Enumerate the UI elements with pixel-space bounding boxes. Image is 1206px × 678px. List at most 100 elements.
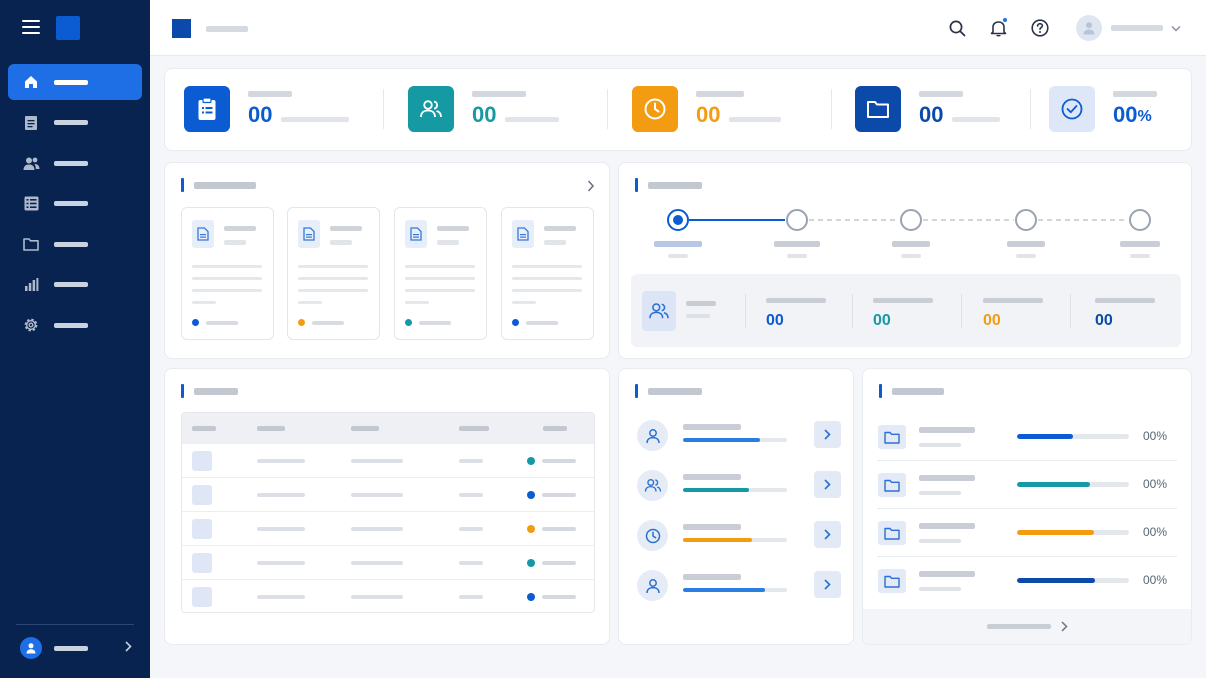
page-title (206, 26, 248, 32)
progress-bar (683, 538, 787, 542)
status-dot (527, 491, 535, 499)
stat-label (919, 91, 963, 97)
chevron-right-icon[interactable] (814, 571, 841, 598)
stat-caption (281, 117, 350, 122)
table-card (164, 368, 610, 645)
progress-bar (1017, 482, 1129, 487)
step-label (774, 241, 820, 247)
document-card[interactable] (287, 207, 380, 340)
folder-icon (878, 521, 906, 545)
folder-icon (878, 569, 906, 593)
user-icon (20, 637, 42, 659)
search-icon[interactable] (947, 18, 967, 38)
step-indicator[interactable] (667, 209, 689, 231)
chevron-right-icon (125, 639, 132, 657)
summary-value: 00 (766, 312, 784, 329)
sidebar-item-label (54, 322, 88, 328)
sidebar-item-settings[interactable] (8, 307, 142, 343)
chevron-right-icon[interactable] (814, 421, 841, 448)
list-item[interactable]: 00% (877, 413, 1177, 461)
step-indicator[interactable] (1015, 209, 1037, 231)
sidebar-item-label (54, 120, 88, 125)
clipboard-icon (184, 86, 230, 132)
summary-stat: 00 (1095, 298, 1155, 329)
gear-icon (22, 316, 40, 334)
list-icon (22, 195, 40, 213)
progress-bar (1017, 434, 1129, 439)
document-icon (22, 114, 40, 132)
percent-label: 00% (1143, 525, 1168, 539)
step-indicator[interactable] (900, 209, 922, 231)
progress-fill (1017, 530, 1095, 535)
sidebar-item-label (54, 201, 88, 206)
step-label (654, 241, 702, 247)
status-dot (512, 319, 519, 326)
step-indicator[interactable] (786, 209, 808, 231)
summary-stat: 00 (983, 298, 1043, 329)
step-caption (668, 254, 688, 258)
sidebar-item-list[interactable] (8, 186, 142, 222)
chevron-right-icon[interactable] (814, 471, 841, 498)
bar-chart-icon (22, 276, 40, 294)
chevron-right-icon[interactable] (587, 179, 595, 197)
menu-icon[interactable] (22, 20, 40, 36)
progress-bar (1017, 578, 1129, 583)
stat-unit: % (1137, 108, 1152, 125)
sidebar-header (0, 0, 150, 58)
list-item[interactable]: 00% (877, 509, 1177, 557)
chevron-right-icon[interactable] (814, 521, 841, 548)
sidebar-item-reports[interactable] (8, 267, 142, 303)
help-icon[interactable] (1030, 18, 1050, 38)
table-row[interactable] (182, 545, 594, 579)
users-icon (408, 86, 454, 132)
stat-label (248, 91, 292, 97)
sidebar-item-label (54, 79, 88, 85)
users-icon (22, 154, 40, 172)
sidebar-item-users[interactable] (8, 145, 142, 181)
summary-value: 00 (873, 312, 891, 329)
table-row[interactable] (182, 443, 594, 477)
stat-caption (952, 117, 1001, 122)
step-label (1007, 241, 1045, 247)
user-name (1111, 25, 1163, 31)
summary-value: 00 (983, 312, 1001, 329)
sidebar-item-documents[interactable] (8, 105, 142, 141)
table-row[interactable] (182, 511, 594, 545)
bell-icon[interactable] (988, 17, 1008, 38)
list-item[interactable]: 00% (877, 461, 1177, 509)
sidebar-user[interactable] (0, 632, 150, 664)
status-dot (527, 457, 535, 465)
document-card[interactable] (394, 207, 487, 340)
table-row[interactable] (182, 477, 594, 511)
document-card[interactable] (501, 207, 594, 340)
progress-card: 00 00 00 00 (618, 162, 1192, 359)
sidebar-divider (16, 624, 134, 625)
step-indicator[interactable] (1129, 209, 1151, 231)
progress-fill (1017, 434, 1073, 439)
list-item[interactable]: 00% (877, 557, 1177, 605)
chevron-down-icon (1171, 19, 1181, 37)
view-all-link[interactable] (863, 609, 1191, 644)
table-row[interactable] (182, 579, 594, 612)
list-item (635, 519, 841, 553)
sidebar-item-home[interactable] (8, 64, 142, 100)
stat-value: 00 (472, 102, 497, 127)
sidebar-item-files[interactable] (8, 226, 142, 262)
progress-fill (683, 538, 752, 542)
status-dot (527, 559, 535, 567)
status-dot (405, 319, 412, 326)
percent-label: 00% (1143, 429, 1168, 443)
progress-bar (683, 438, 787, 442)
document-card[interactable] (181, 207, 274, 340)
folder-icon (878, 425, 906, 449)
user-menu[interactable] (1076, 15, 1186, 41)
folder-icon (855, 86, 901, 132)
stat-value: 00 (919, 102, 944, 127)
divider (607, 89, 608, 129)
progress-bar (683, 588, 787, 592)
chevron-right-icon (1060, 621, 1068, 632)
stat-caption (505, 117, 560, 122)
divider (383, 89, 384, 129)
notification-dot (1002, 17, 1008, 23)
sidebar-nav (8, 64, 142, 348)
